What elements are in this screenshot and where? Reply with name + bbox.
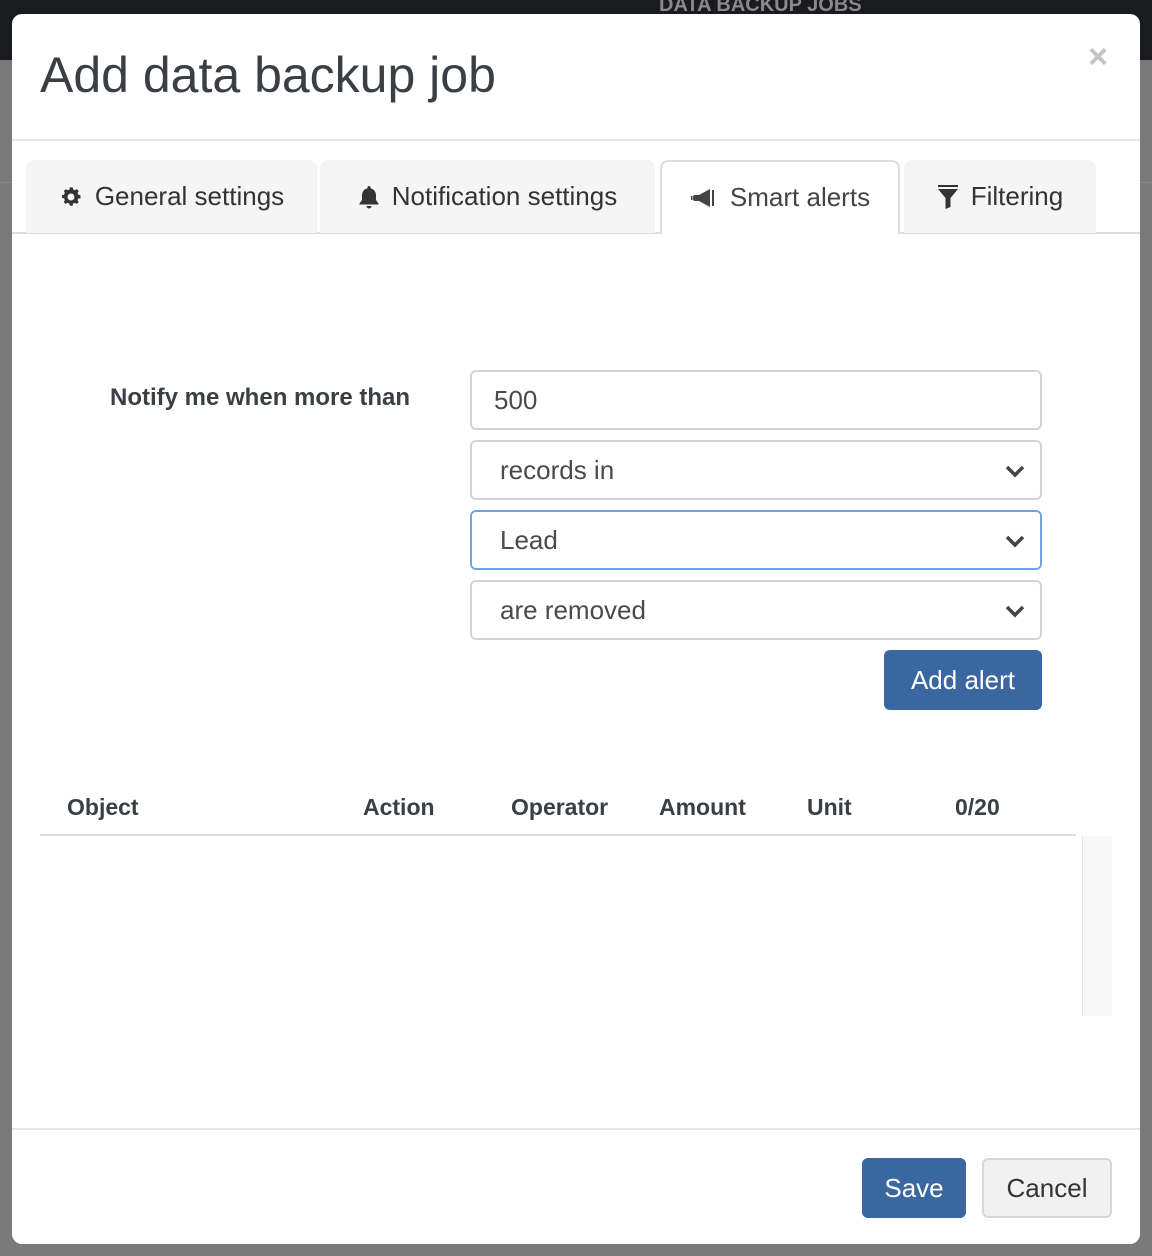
tab-filtering[interactable]: Filtering <box>904 160 1096 233</box>
unit-select[interactable]: records in <box>470 440 1042 500</box>
add-backup-job-modal: Add data backup job × General settings N… <box>12 14 1140 1244</box>
action-select[interactable]: are removed <box>470 580 1042 640</box>
column-header-operator: Operator <box>511 794 609 820</box>
column-header-action: Action <box>363 794 435 820</box>
tab-smart-alerts[interactable]: Smart alerts <box>660 160 900 235</box>
chevron-down-icon <box>1005 605 1025 618</box>
alerts-table-header: Object Action Operator Amount Unit 0/20 <box>40 784 1076 836</box>
tab-label: Filtering <box>970 181 1064 211</box>
tab-label: Notification settings <box>391 181 618 211</box>
object-select-value: Lead <box>500 524 558 555</box>
bell-icon <box>358 185 380 209</box>
amount-value: 500 <box>494 384 538 415</box>
tab-notification-settings[interactable]: Notification settings <box>320 160 655 233</box>
filter-icon <box>937 184 959 210</box>
bullhorn-icon <box>690 187 718 209</box>
unit-select-value: records in <box>500 454 615 485</box>
column-header-object: Object <box>67 794 139 820</box>
notify-label: Notify me when more than <box>110 384 411 411</box>
save-button[interactable]: Save <box>862 1158 966 1218</box>
tab-general-settings[interactable]: General settings <box>26 160 317 233</box>
close-icon[interactable]: × <box>1084 40 1112 74</box>
add-alert-button[interactable]: Add alert <box>884 650 1042 710</box>
modal-title: Add data backup job <box>40 47 496 103</box>
footer-divider <box>12 1128 1140 1130</box>
action-select-value: are removed <box>500 594 646 625</box>
tab-label: Smart alerts <box>729 182 871 212</box>
cancel-button[interactable]: Cancel <box>982 1158 1112 1218</box>
table-scrollbar[interactable] <box>1082 836 1112 1016</box>
column-header-amount: Amount <box>659 794 746 820</box>
object-select[interactable]: Lead <box>470 510 1042 570</box>
gear-icon <box>59 185 83 209</box>
tab-label: General settings <box>94 181 285 211</box>
alerts-table-body <box>40 836 1076 1016</box>
chevron-down-icon <box>1005 535 1025 548</box>
chevron-down-icon <box>1005 465 1025 478</box>
amount-input[interactable]: 500 <box>470 370 1042 430</box>
column-header-unit: Unit <box>807 794 852 820</box>
tab-bar: General settings Notification settings S… <box>12 160 1140 235</box>
modal-header: Add data backup job × <box>12 14 1140 141</box>
alert-count: 0/20 <box>955 794 1000 820</box>
